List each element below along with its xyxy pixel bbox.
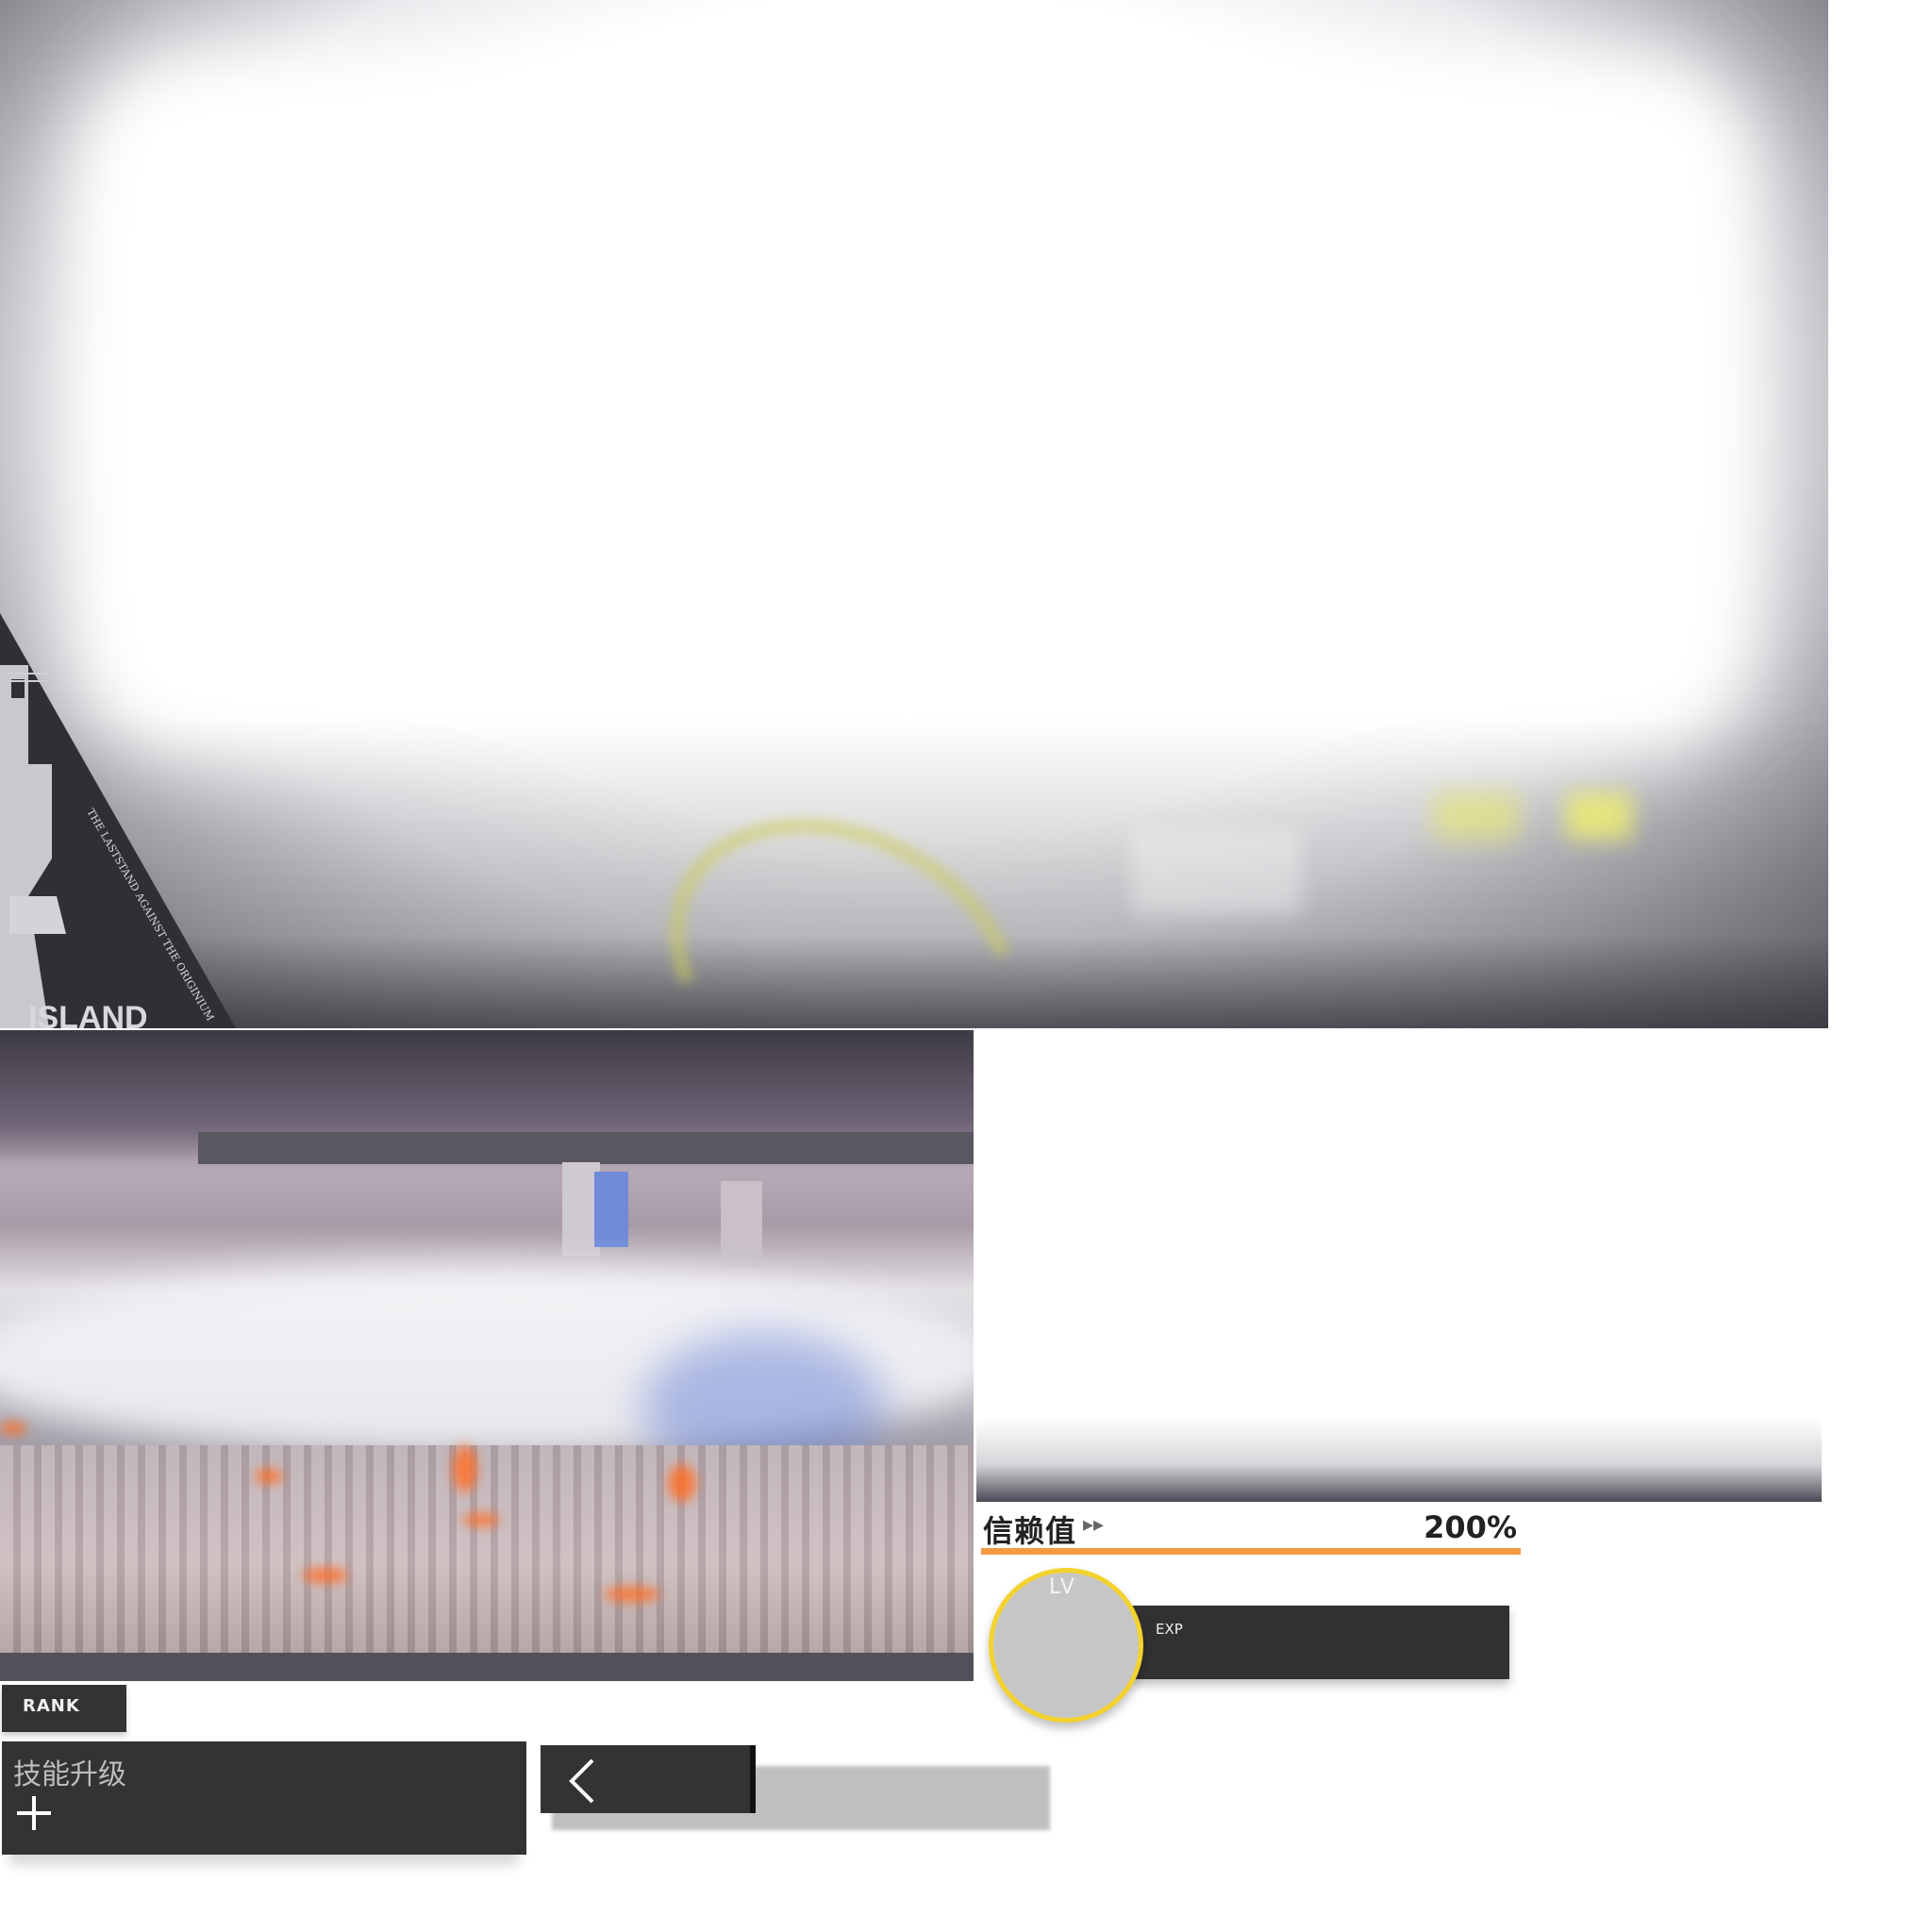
exp-bar xyxy=(1132,1606,1509,1679)
fire-glow xyxy=(453,1445,477,1492)
fire-glow xyxy=(255,1469,283,1484)
character-display-panel xyxy=(976,1030,1822,1502)
overhead-beam xyxy=(198,1132,974,1164)
top-vignette-background xyxy=(0,0,1828,1028)
fire-glow xyxy=(462,1513,500,1526)
hanging-building-lit xyxy=(594,1172,628,1247)
fire-glow xyxy=(668,1464,696,1502)
fire-glow xyxy=(0,1422,26,1435)
trust-value: 200% xyxy=(1424,1509,1517,1545)
rhodes-island-emblem: THE LASTSTAND AGAINST THE ORIGINIUM ISLA… xyxy=(0,613,236,1028)
vignette-center xyxy=(66,47,1764,764)
city-background-image xyxy=(0,1030,974,1681)
emblem-name: ISLAND xyxy=(28,1000,148,1028)
fire-glow xyxy=(302,1568,349,1583)
blurred-light xyxy=(1566,792,1632,840)
exp-label: EXP xyxy=(1156,1621,1183,1638)
chevron-left-icon xyxy=(569,1758,594,1804)
trust-label: 信赖值 xyxy=(983,1513,1077,1549)
hanging-building xyxy=(721,1181,762,1266)
floor-edge xyxy=(0,1653,974,1681)
skill-upgrade-label: 技能升级 xyxy=(13,1758,126,1791)
blurred-light xyxy=(1434,792,1519,840)
city-ground xyxy=(0,1445,974,1681)
trust-progress-bar xyxy=(981,1548,1521,1555)
blurred-structure xyxy=(1132,830,1302,915)
double-chevron-right-icon: ▸▸ xyxy=(1083,1513,1105,1537)
rank-label: RANK xyxy=(23,1696,80,1716)
fire-glow xyxy=(604,1587,660,1602)
level-label: LV xyxy=(1049,1575,1076,1599)
plus-icon xyxy=(17,1796,51,1830)
